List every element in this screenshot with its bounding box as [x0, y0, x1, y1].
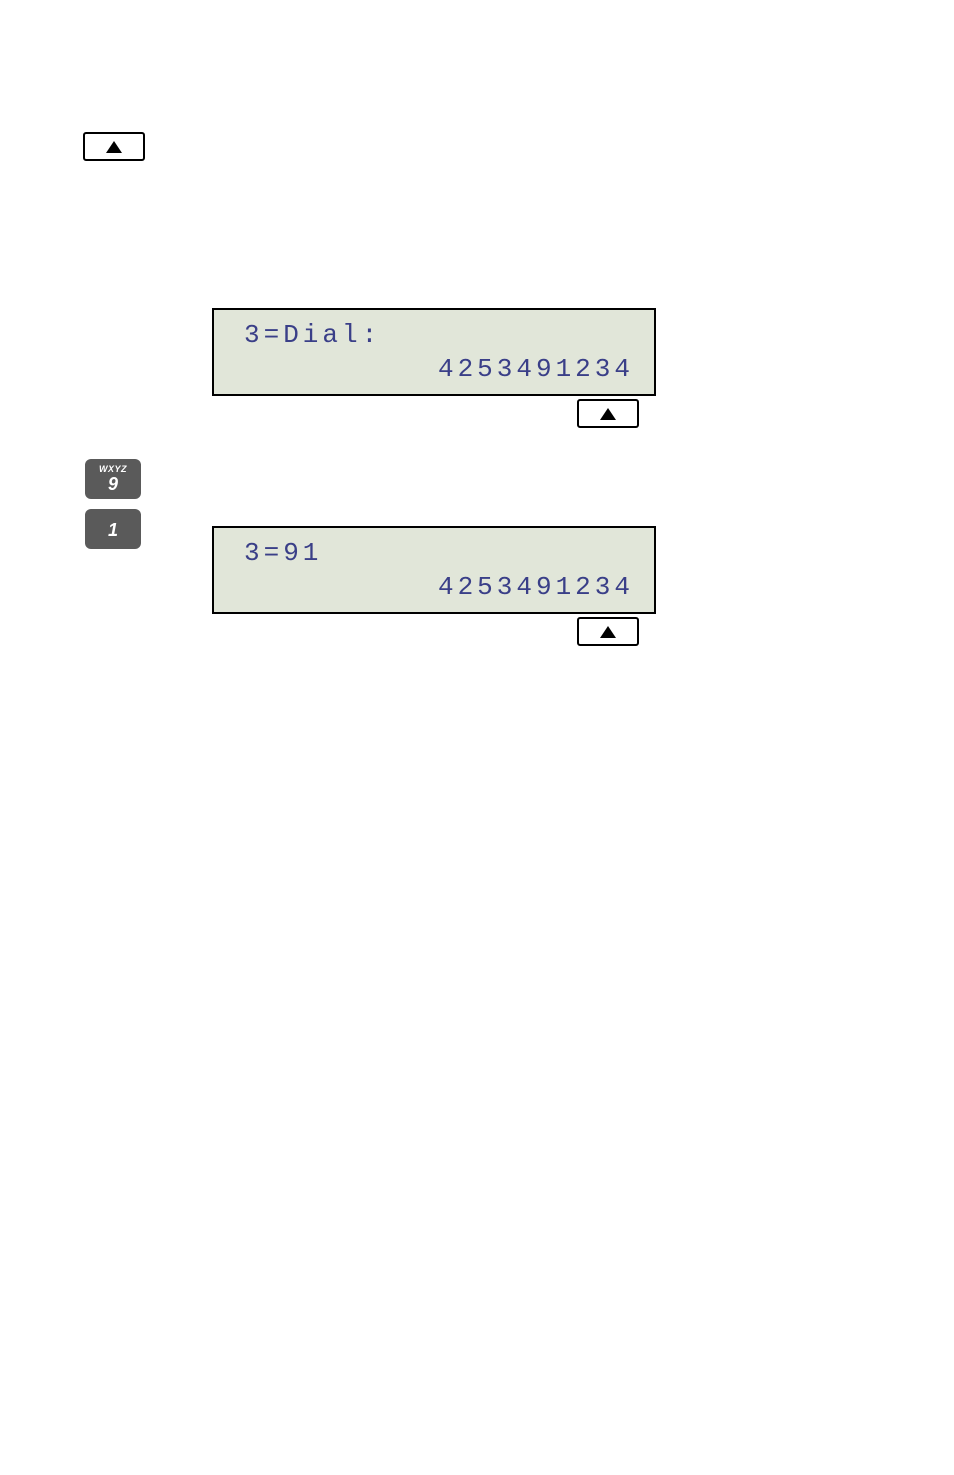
up-triangle-icon: [599, 625, 617, 639]
keypad-key-9-digit: 9: [108, 475, 118, 493]
keypad-key-9-letters: WXYZ: [99, 465, 127, 474]
softkey-up-lcd1[interactable]: [577, 399, 639, 428]
lcd1-line1: 3=Dial:: [244, 320, 381, 350]
keypad-key-1-digit: 1: [108, 521, 118, 539]
softkey-up-top[interactable]: [83, 132, 145, 161]
lcd2-line1: 3=91: [244, 538, 322, 568]
keypad-key-9[interactable]: WXYZ 9: [85, 459, 141, 499]
lcd-screen-2: 3=91 4253491234: [212, 526, 656, 614]
up-triangle-icon: [105, 140, 123, 154]
lcd1-line2: 4253491234: [438, 354, 634, 384]
lcd-screen-1: 3=Dial: 4253491234: [212, 308, 656, 396]
softkey-up-lcd2[interactable]: [577, 617, 639, 646]
up-triangle-icon: [599, 407, 617, 421]
lcd2-line2: 4253491234: [438, 572, 634, 602]
keypad-key-1[interactable]: 1: [85, 509, 141, 549]
